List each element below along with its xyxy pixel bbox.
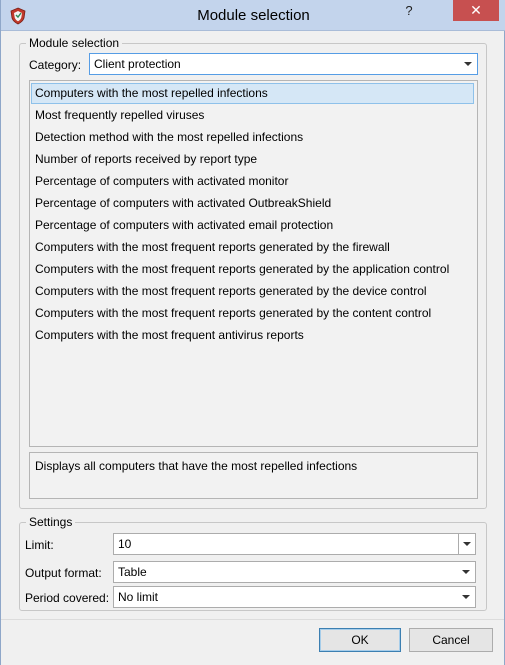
help-button[interactable]: ? — [395, 1, 423, 21]
limit-value: 10 — [118, 537, 132, 551]
cancel-button[interactable]: Cancel — [409, 628, 493, 652]
list-item[interactable]: Percentage of computers with activated m… — [31, 171, 474, 192]
chevron-down-icon — [463, 542, 471, 546]
ok-button[interactable]: OK — [319, 628, 401, 652]
window-title: Module selection — [197, 7, 310, 24]
list-item[interactable]: Detection method with the most repelled … — [31, 127, 474, 148]
list-item[interactable]: Percentage of computers with activated e… — [31, 215, 474, 236]
limit-label: Limit: — [25, 538, 54, 552]
period-covered-value: No limit — [118, 590, 159, 604]
settings-group-label: Settings — [26, 514, 76, 530]
module-description: Displays all computers that have the mos… — [35, 459, 358, 473]
output-format-label: Output format: — [25, 566, 102, 580]
category-select-value: Client protection — [94, 57, 181, 71]
period-covered-select[interactable]: No limit — [113, 586, 476, 608]
chevron-down-icon — [462, 595, 470, 599]
title-bar[interactable]: Module selection ? ✕ — [1, 0, 505, 31]
list-item[interactable]: Computers with the most frequent antivir… — [31, 325, 474, 346]
list-item[interactable]: Most frequently repelled viruses — [31, 105, 474, 126]
list-item[interactable]: Computers with the most repelled infecti… — [31, 83, 474, 104]
close-button[interactable]: ✕ — [453, 0, 499, 21]
category-select[interactable]: Client protection — [89, 53, 478, 75]
chevron-down-icon — [464, 62, 472, 66]
list-item[interactable]: Computers with the most frequent reports… — [31, 303, 474, 324]
dialog-footer: OK Cancel — [1, 619, 504, 665]
list-item[interactable]: Computers with the most frequent reports… — [31, 281, 474, 302]
module-selection-group-label: Module selection — [26, 35, 123, 51]
limit-stepper[interactable]: 10 — [113, 533, 476, 555]
list-item[interactable]: Percentage of computers with activated O… — [31, 193, 474, 214]
chevron-down-icon — [462, 570, 470, 574]
module-selection-dialog: Module selection ? ✕ Module selection Ca… — [0, 0, 505, 665]
list-item[interactable]: Computers with the most frequent reports… — [31, 259, 474, 280]
period-covered-label: Period covered: — [25, 591, 110, 605]
limit-dropdown-button[interactable] — [458, 534, 475, 554]
output-format-select[interactable]: Table — [113, 561, 476, 583]
list-item[interactable]: Number of reports received by report typ… — [31, 149, 474, 170]
category-label: Category: — [29, 58, 82, 72]
output-format-value: Table — [118, 565, 147, 579]
module-description-box: Displays all computers that have the mos… — [29, 452, 478, 499]
close-icon: ✕ — [470, 2, 482, 18]
list-item[interactable]: Computers with the most frequent reports… — [31, 237, 474, 258]
module-list[interactable]: Computers with the most repelled infecti… — [29, 80, 478, 447]
